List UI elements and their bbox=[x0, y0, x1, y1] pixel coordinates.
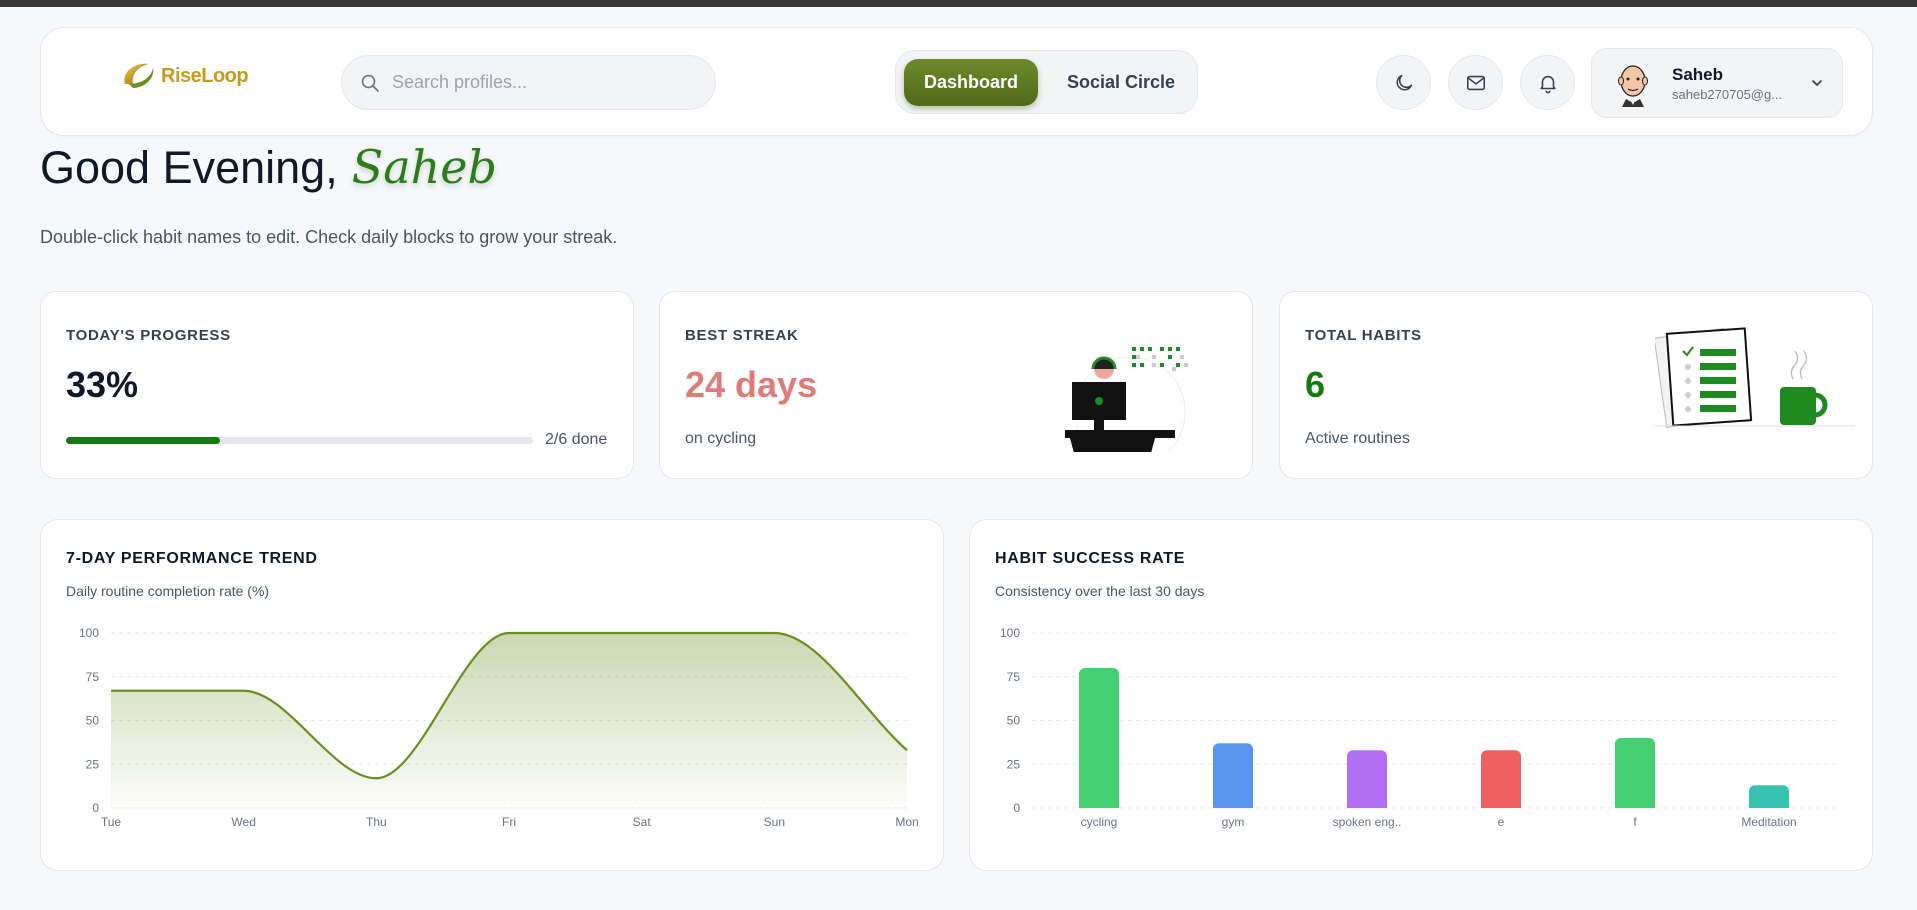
y-tick-label: 25 bbox=[86, 757, 100, 771]
coder-illustration-icon bbox=[1065, 347, 1188, 452]
page-subtitle: Double-click habit names to edit. Check … bbox=[40, 227, 618, 247]
greeting-name: Saheb bbox=[351, 140, 497, 194]
y-tick-label: 0 bbox=[92, 801, 99, 815]
user-name: Saheb bbox=[1672, 65, 1724, 84]
y-tick-label: 75 bbox=[1007, 670, 1021, 684]
logo-swirl-icon bbox=[124, 63, 154, 88]
stat-label: TODAY'S PROGRESS bbox=[66, 327, 231, 344]
y-tick-label: 100 bbox=[1000, 626, 1020, 640]
stat-label: TOTAL HABITS bbox=[1305, 327, 1422, 344]
x-tick-label: f bbox=[1633, 815, 1637, 829]
x-tick-label: spoken eng.. bbox=[1333, 815, 1402, 829]
top-header: RiseLoop Dashboard Social Circle bbox=[40, 27, 1873, 136]
card-todays-progress: TODAY'S PROGRESS 33% 2/6 done bbox=[40, 291, 634, 479]
y-tick-label: 50 bbox=[86, 714, 100, 728]
progress-done-text: 2/6 done bbox=[545, 431, 608, 448]
bar-base-3 bbox=[1481, 802, 1521, 808]
tab-dashboard[interactable]: Dashboard bbox=[904, 59, 1038, 106]
bar-1 bbox=[1213, 743, 1253, 808]
checklist-illustration-icon bbox=[1655, 327, 1855, 428]
bar-base-4 bbox=[1615, 802, 1655, 808]
nav-toggle: Dashboard Social Circle bbox=[895, 50, 1198, 114]
moon-icon bbox=[1395, 74, 1412, 91]
stat-value: 24 days bbox=[685, 364, 818, 405]
progress-bar bbox=[66, 437, 533, 444]
stat-value: 6 bbox=[1305, 364, 1326, 405]
messages-button[interactable] bbox=[1448, 55, 1503, 110]
stat-sub: Active routines bbox=[1305, 430, 1410, 447]
x-tick-label: Wed bbox=[231, 815, 255, 829]
mail-icon bbox=[1466, 75, 1485, 90]
performance-trend-chart: 0 25 50 75 100 Tue Wed Thu Fri Sat Sun Mon bbox=[79, 626, 919, 829]
greeting: Good Evening, Saheb bbox=[40, 140, 497, 194]
bar-0 bbox=[1079, 668, 1119, 808]
card-total-habits: TOTAL HABITS 6 Active routines bbox=[1279, 291, 1873, 479]
stat-value: 33% bbox=[66, 364, 139, 405]
x-tick-label: Mon bbox=[895, 815, 918, 829]
logo-text: RiseLoop bbox=[161, 64, 249, 87]
x-tick-label: Sat bbox=[633, 815, 652, 829]
x-tick-label: gym bbox=[1222, 815, 1245, 829]
greeting-prefix: Good Evening, bbox=[40, 142, 338, 193]
bar-base-1 bbox=[1213, 802, 1253, 808]
y-tick-label: 75 bbox=[86, 670, 100, 684]
x-tick-label: cycling bbox=[1081, 815, 1118, 829]
app-logo[interactable]: RiseLoop bbox=[119, 58, 249, 94]
avatar bbox=[1618, 65, 1648, 107]
bar-base-2 bbox=[1347, 802, 1387, 808]
bar-2 bbox=[1347, 750, 1387, 808]
notifications-button[interactable] bbox=[1520, 55, 1575, 110]
card-performance-trend: 7-DAY PERFORMANCE TREND Daily routine co… bbox=[40, 519, 944, 871]
bar-base-5 bbox=[1749, 802, 1789, 808]
stat-sub: on cycling bbox=[685, 430, 757, 447]
habit-success-chart: 0 25 50 75 100 cycling gym spoken eng.. e f Medita… bbox=[1000, 626, 1836, 829]
bar-base-0 bbox=[1079, 802, 1119, 808]
search-icon bbox=[361, 74, 379, 92]
theme-toggle-button[interactable] bbox=[1376, 55, 1431, 110]
y-tick-label: 50 bbox=[1007, 714, 1021, 728]
card-best-streak: BEST STREAK 24 days on cycling bbox=[659, 291, 1253, 479]
card-habit-success: HABIT SUCCESS RATE Consistency over the … bbox=[969, 519, 1873, 871]
x-tick-label: Meditation bbox=[1741, 815, 1796, 829]
bell-icon bbox=[1539, 75, 1556, 93]
search-input[interactable] bbox=[392, 72, 692, 93]
tab-social-circle[interactable]: Social Circle bbox=[1052, 59, 1190, 106]
progress-bar-fill bbox=[66, 437, 221, 444]
trend-area bbox=[111, 633, 907, 808]
chevron-down-icon bbox=[1812, 80, 1822, 86]
bar-4 bbox=[1615, 738, 1655, 808]
x-tick-label: Thu bbox=[366, 815, 387, 829]
stat-label: BEST STREAK bbox=[685, 327, 799, 344]
y-tick-label: 100 bbox=[79, 626, 99, 640]
window-top-strip bbox=[0, 0, 1917, 7]
x-tick-label: Sun bbox=[764, 815, 785, 829]
x-tick-label: Tue bbox=[101, 815, 122, 829]
x-tick-label: Fri bbox=[502, 815, 516, 829]
search-bar bbox=[341, 55, 716, 110]
user-email: saheb270705@g... bbox=[1672, 87, 1783, 102]
x-tick-label: e bbox=[1498, 815, 1505, 829]
bar-3 bbox=[1481, 750, 1521, 808]
y-tick-label: 0 bbox=[1013, 801, 1020, 815]
user-menu[interactable]: Saheb saheb270705@g... bbox=[1591, 48, 1843, 118]
y-tick-label: 25 bbox=[1007, 757, 1021, 771]
